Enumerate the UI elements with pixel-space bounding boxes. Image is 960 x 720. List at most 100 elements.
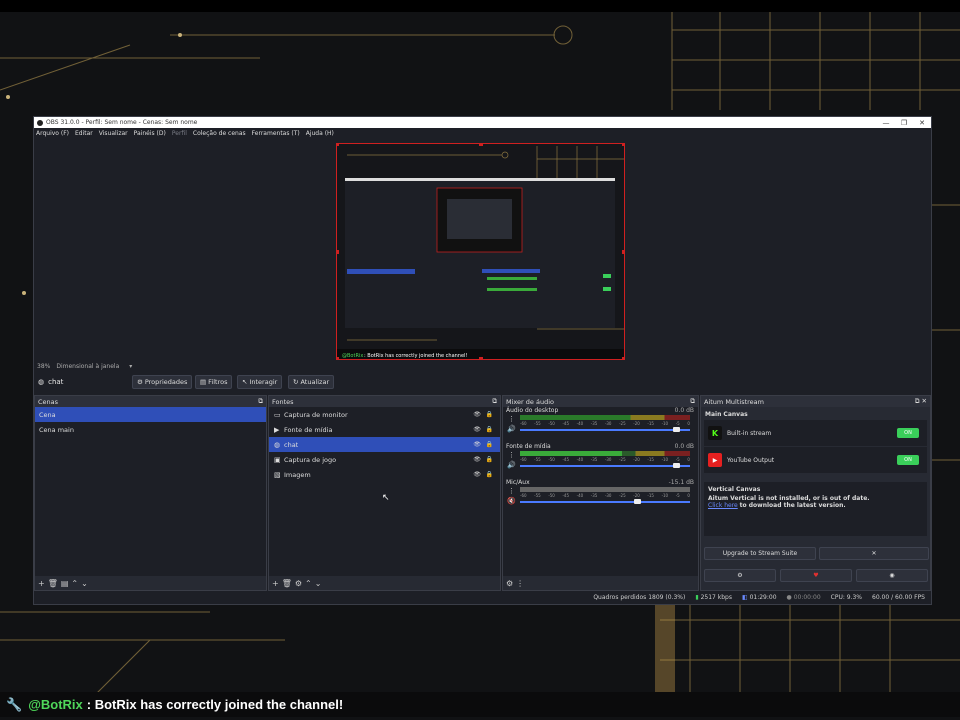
more-options-icon[interactable]: ⋮ [508, 415, 515, 423]
donate-button[interactable]: ♥ [780, 569, 852, 582]
volume-knob[interactable] [673, 463, 681, 468]
chat-overlay: 🔧 @BotRix : BotRix has correctly joined … [0, 692, 960, 717]
menu-file[interactable]: Arquivo (F) [36, 130, 69, 137]
more-options-icon[interactable]: ⋮ [508, 451, 515, 459]
mixer-channel: Fonte de mídia 0.0 dB ⋮ -60 -55 -50 -45 -40-… [503, 443, 698, 479]
resize-handle[interactable] [337, 144, 339, 146]
eye-icon[interactable]: 👁 [473, 471, 481, 478]
click-here-link[interactable]: Click here [708, 502, 738, 509]
eye-icon[interactable]: 👁 [473, 456, 481, 463]
output-toggle[interactable]: ON [897, 428, 919, 438]
menu-view[interactable]: Visualizar [99, 130, 128, 137]
volume-slider[interactable] [520, 501, 690, 503]
download-text: to download the latest version. [739, 502, 846, 509]
undock-icon[interactable]: ⧉ [492, 397, 497, 406]
scene-item[interactable]: Cena [35, 407, 266, 422]
trash-icon[interactable]: 🗑 [48, 579, 58, 588]
lock-icon[interactable]: 🔒 [486, 411, 493, 418]
vertical-canvas-label: Vertical Canvas [708, 486, 761, 493]
resize-handle[interactable] [479, 144, 483, 146]
menu-tools[interactable]: Ferramentas (T) [252, 130, 300, 137]
resize-handle[interactable] [337, 357, 339, 359]
speaker-icon[interactable]: 🔊 [507, 425, 516, 433]
globe-icon: ◍ [274, 440, 281, 449]
undock-icon[interactable]: ⧉ [690, 397, 695, 406]
preview-area[interactable]: @BotRix : BotRix has correctly joined th… [34, 139, 931, 360]
play-icon: ▶ [274, 425, 280, 434]
menu-profile[interactable]: Perfil [172, 130, 187, 137]
menu-edit[interactable]: Editar [75, 130, 93, 137]
cpu-usage: CPU: 9.3% [830, 594, 863, 601]
mixer-title: Mixer de áudio [506, 397, 555, 406]
scale-tick: -60 [520, 493, 527, 498]
arrow-up-icon[interactable]: ⌃ [71, 579, 78, 588]
minimize-button[interactable]: — [877, 119, 895, 127]
mouse-cursor-icon: ↖ [382, 493, 390, 503]
scenes-list: Cena Cena main [35, 407, 266, 576]
arrow-down-icon[interactable]: ⌄ [315, 579, 322, 588]
undock-icon[interactable]: ⧉ ✕ [915, 397, 927, 406]
eye-icon[interactable]: 👁 [473, 426, 481, 433]
scale-tick: -45 [562, 493, 570, 498]
close-window-button[interactable]: ✕ [913, 119, 931, 127]
lock-icon[interactable]: 🔒 [486, 471, 493, 478]
menu-help[interactable]: Ajuda (H) [306, 130, 334, 137]
scale-tick: -5 [675, 493, 680, 498]
zoom-value: 38% [37, 363, 51, 370]
discord-icon: ◉ [889, 572, 895, 579]
zoom-mode: Dimensional à janela [56, 363, 120, 370]
volume-slider[interactable] [520, 465, 690, 467]
output-toggle[interactable]: ON [897, 455, 919, 465]
multistream-title: Aitum Multistream [704, 397, 764, 406]
scale-tick: -40 [576, 493, 584, 498]
source-item[interactable]: ◍ chat 👁 🔒 [269, 437, 500, 452]
arrow-down-icon[interactable]: ⌄ [81, 579, 88, 588]
eye-icon[interactable]: 👁 [473, 441, 481, 448]
add-icon[interactable]: + [38, 579, 45, 588]
lock-icon[interactable]: 🔒 [486, 456, 493, 463]
maximize-button[interactable]: ❐ [895, 119, 913, 127]
settings-icon[interactable]: ⚙ [506, 579, 513, 588]
volume-knob[interactable] [634, 499, 642, 504]
filter-icon[interactable]: ▤ [61, 579, 69, 588]
menu-scene-collection[interactable]: Coleção de cenas [193, 130, 246, 137]
muted-speaker-icon[interactable]: 🔇 [507, 497, 516, 505]
refresh-button[interactable]: ↻ Atualizar [288, 375, 335, 389]
scene-item[interactable]: Cena main [35, 422, 266, 437]
interact-button[interactable]: ↖ Interagir [237, 375, 283, 389]
image-icon: ▧ [274, 470, 281, 479]
add-icon[interactable]: + [272, 579, 279, 588]
menu-docks[interactable]: Painéis (D) [134, 130, 166, 137]
upgrade-button[interactable]: Upgrade to Stream Suite [704, 547, 816, 560]
resize-handle[interactable] [622, 250, 624, 254]
dismiss-button[interactable]: ✕ [819, 547, 929, 560]
properties-button[interactable]: ⚙ Propriedades [132, 375, 193, 389]
source-item[interactable]: ▶ Fonte de mídia 👁 🔒 [269, 422, 500, 437]
discord-button[interactable]: ◉ [856, 569, 928, 582]
speaker-icon[interactable]: 🔊 [507, 461, 516, 469]
trash-icon[interactable]: 🗑 [282, 579, 292, 588]
volume-slider[interactable] [520, 429, 690, 431]
resize-handle[interactable] [337, 250, 339, 254]
arrow-up-icon[interactable]: ⌃ [305, 579, 312, 588]
eye-icon[interactable]: 👁 [473, 411, 481, 418]
gear-icon[interactable]: ⚙ [295, 579, 302, 588]
undock-icon[interactable]: ⧉ [258, 397, 263, 406]
zoom-indicator[interactable]: 38% Dimensional à janela ▾ [37, 363, 132, 370]
volume-knob[interactable] [673, 427, 681, 432]
more-options-icon[interactable]: ⋮ [508, 487, 515, 495]
filters-button[interactable]: ▤ Filtros [195, 375, 233, 389]
scene-label: Cena main [39, 425, 74, 434]
channel-db: -15.1 dB [668, 479, 694, 486]
settings-button[interactable]: ⚙ [704, 569, 776, 582]
resize-handle[interactable] [479, 357, 483, 359]
preview-canvas[interactable]: @BotRix : BotRix has correctly joined th… [336, 143, 625, 360]
lock-icon[interactable]: 🔒 [486, 441, 493, 448]
resize-handle[interactable] [622, 144, 624, 146]
resize-handle[interactable] [622, 357, 624, 359]
source-item[interactable]: ▧ Imagem 👁 🔒 [269, 467, 500, 482]
more-options-icon[interactable]: ⋮ [516, 579, 524, 588]
lock-icon[interactable]: 🔒 [486, 426, 493, 433]
source-item[interactable]: ▭ Captura de monitor 👁 🔒 [269, 407, 500, 422]
source-item[interactable]: ▣ Captura de jogo 👁 🔒 [269, 452, 500, 467]
